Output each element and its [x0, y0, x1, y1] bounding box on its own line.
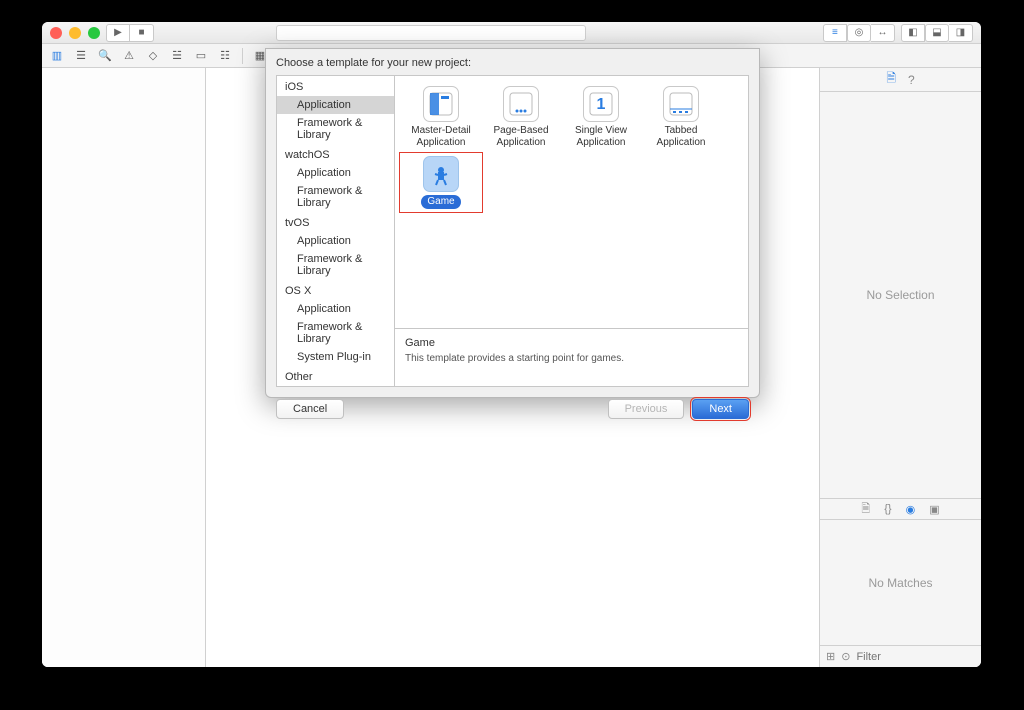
category-tvos[interactable]: tvOS: [277, 212, 394, 232]
zoom-icon[interactable]: [88, 27, 100, 39]
template-label: Page-Based Application: [483, 125, 559, 148]
sheet-body: iOSApplicationFramework & LibrarywatchOS…: [276, 75, 749, 387]
no-matches-label: No Matches: [868, 576, 932, 590]
template-label: Tabbed Application: [643, 125, 719, 148]
template-grid-area: Master-Detail ApplicationPage-Based Appl…: [395, 76, 748, 386]
toolbar-right: ≡ ◎ ↔ ◧ ⬓ ◨: [823, 24, 973, 42]
traffic-lights: [50, 27, 100, 39]
template-description: Game This template provides a starting p…: [395, 328, 748, 386]
category-watchos[interactable]: watchOS: [277, 144, 394, 164]
search-navigator-icon[interactable]: 🔍: [96, 47, 114, 65]
filter-input[interactable]: [856, 651, 981, 663]
navigator-pane: [42, 68, 206, 667]
tabbed-icon: [663, 86, 699, 122]
inspector-tabs: 🗎 ?: [820, 68, 981, 92]
template-game[interactable]: Game: [401, 154, 481, 211]
library-content: No Matches: [820, 520, 981, 645]
run-stop-group: ▶ ■: [106, 24, 154, 42]
template-label: Game: [421, 195, 460, 209]
close-icon[interactable]: [50, 27, 62, 39]
category-framework-library[interactable]: Framework & Library: [277, 250, 394, 280]
previous-button: Previous: [608, 399, 685, 419]
file-template-library-icon[interactable]: 🗎: [861, 500, 870, 519]
new-project-sheet: Choose a template for your new project: …: [265, 48, 760, 398]
page-based-icon: [503, 86, 539, 122]
editor-assistant-icon[interactable]: ◎: [847, 24, 871, 42]
template-tabbed[interactable]: Tabbed Application: [641, 84, 721, 150]
panel-right-icon[interactable]: ◨: [949, 24, 973, 42]
panel-bottom-icon[interactable]: ⬓: [925, 24, 949, 42]
run-button[interactable]: ▶: [106, 24, 130, 42]
template-single-view[interactable]: 1 Single View Application: [561, 84, 641, 150]
editor-standard-icon[interactable]: ≡: [823, 24, 847, 42]
stop-button[interactable]: ■: [130, 24, 154, 42]
category-other[interactable]: Other: [277, 366, 394, 386]
inspector-content: No Selection: [820, 92, 981, 498]
editor-version-icon[interactable]: ↔: [871, 24, 895, 42]
next-button[interactable]: Next: [692, 399, 749, 419]
report-navigator-icon[interactable]: ☷: [216, 47, 234, 65]
single-view-icon: 1: [583, 86, 619, 122]
template-grid: Master-Detail ApplicationPage-Based Appl…: [395, 76, 748, 328]
desc-text: This template provides a starting point …: [405, 353, 738, 364]
category-ios[interactable]: iOS: [277, 76, 394, 96]
symbol-navigator-icon[interactable]: ☰: [72, 47, 90, 65]
activity-bar[interactable]: [276, 25, 586, 41]
issue-navigator-icon[interactable]: ⚠: [120, 47, 138, 65]
category-application[interactable]: Application: [277, 300, 394, 318]
game-icon: [423, 156, 459, 192]
panel-left-icon[interactable]: ◧: [901, 24, 925, 42]
filter-icon: ⊙: [841, 650, 850, 663]
desc-title: Game: [405, 337, 738, 349]
category-application[interactable]: Application: [277, 164, 394, 182]
category-os-x[interactable]: OS X: [277, 280, 394, 300]
sheet-title: Choose a template for your new project:: [266, 49, 759, 75]
category-framework-library[interactable]: Framework & Library: [277, 182, 394, 212]
quick-help-icon[interactable]: ?: [908, 73, 915, 87]
code-snippet-library-icon[interactable]: {}: [884, 503, 891, 515]
template-label: Master-Detail Application: [403, 125, 479, 148]
master-detail-icon: [423, 86, 459, 122]
category-application[interactable]: Application: [277, 232, 394, 250]
template-category-list: iOSApplicationFramework & LibrarywatchOS…: [277, 76, 395, 386]
template-master-detail[interactable]: Master-Detail Application: [401, 84, 481, 150]
media-library-icon[interactable]: ▣: [929, 503, 939, 516]
no-selection-label: No Selection: [866, 288, 934, 302]
category-framework-library[interactable]: Framework & Library: [277, 318, 394, 348]
category-application[interactable]: Application: [277, 96, 394, 114]
file-inspector-icon[interactable]: 🗎: [886, 69, 896, 90]
svg-text:1: 1: [597, 96, 606, 113]
breakpoint-navigator-icon[interactable]: ▭: [192, 47, 210, 65]
library-tabs: 🗎 {} ◉ ▣: [820, 498, 981, 520]
object-library-icon[interactable]: ◉: [906, 503, 916, 516]
minimize-icon[interactable]: [69, 27, 81, 39]
template-page-based[interactable]: Page-Based Application: [481, 84, 561, 150]
titlebar: ▶ ■ ≡ ◎ ↔ ◧ ⬓ ◨: [42, 22, 981, 44]
cancel-button[interactable]: Cancel: [276, 399, 344, 419]
project-navigator-icon[interactable]: ▥: [48, 47, 66, 65]
library-filter: ⊞ ⊙: [820, 645, 981, 667]
template-label: Single View Application: [563, 125, 639, 148]
category-system-plug-in[interactable]: System Plug-in: [277, 348, 394, 366]
sheet-footer: Cancel Previous Next: [266, 387, 759, 431]
debug-navigator-icon[interactable]: ☱: [168, 47, 186, 65]
inspector-pane: 🗎 ? No Selection 🗎 {} ◉ ▣ No Matches ⊞ ⊙: [819, 68, 981, 667]
test-navigator-icon[interactable]: ◇: [144, 47, 162, 65]
category-framework-library[interactable]: Framework & Library: [277, 114, 394, 144]
grid-view-icon[interactable]: ⊞: [826, 650, 835, 663]
